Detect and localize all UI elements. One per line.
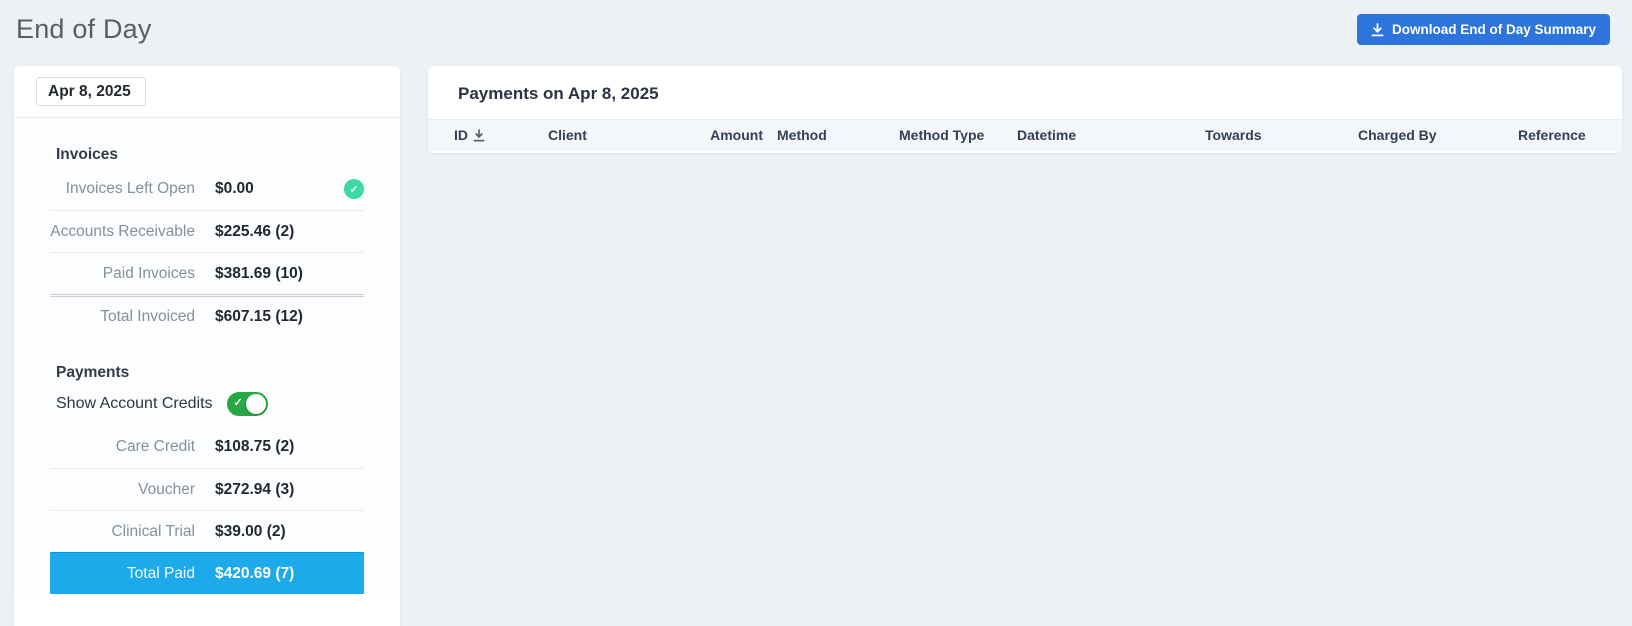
stat-label: Total Invoiced (50, 308, 195, 326)
invoices-stats: Invoices Left Open $0.00 ✓ Accounts Receiva… (50, 168, 364, 336)
stat-row-accounts-receivable[interactable]: Accounts Receivable $225.46 (2) (50, 210, 364, 252)
stat-row-paid-invoices[interactable]: Paid Invoices $381.69 (10) (50, 252, 364, 294)
stat-label: Paid Invoices (50, 265, 195, 283)
check-circle-icon: ✓ (344, 179, 364, 199)
stat-value: $108.75 (2) (215, 438, 294, 456)
stat-label: Accounts Receivable (50, 223, 195, 241)
column-header-amount: Amount (690, 120, 777, 151)
stat-value: $225.46 (2) (215, 223, 294, 241)
column-header-id[interactable]: ID (428, 120, 548, 151)
show-account-credits-label: Show Account Credits (56, 395, 213, 413)
stat-row-invoices-left-open[interactable]: Invoices Left Open $0.00 ✓ (50, 168, 364, 210)
stat-label: Total Paid (50, 565, 195, 583)
main-content: Invoices Invoices Left Open $0.00 ✓ Account… (14, 66, 1622, 626)
stat-value: $381.69 (10) (215, 265, 303, 283)
stat-value: $39.00 (2) (215, 523, 286, 541)
end-of-day-summary-panel: Invoices Invoices Left Open $0.00 ✓ Account… (14, 66, 400, 626)
stat-label: Invoices Left Open (50, 180, 195, 198)
stat-label: Voucher (50, 481, 195, 499)
summary-body: Invoices Invoices Left Open $0.00 ✓ Account… (14, 118, 400, 594)
stat-row-total-invoiced[interactable]: Total Invoiced $607.15 (12) (50, 294, 364, 336)
date-input[interactable] (36, 77, 146, 106)
table-title: Payments on Apr 8, 2025 (428, 66, 1622, 119)
topbar: End of Day Download End of Day Summary (0, 0, 1632, 66)
column-header-charged-by: Charged By (1358, 120, 1518, 151)
stat-row-total-paid[interactable]: Total Paid $420.69 (7) (50, 552, 364, 594)
stat-value: $607.15 (12) (215, 308, 303, 326)
stat-value: $0.00 (215, 180, 254, 198)
toggle-knob (246, 394, 266, 414)
stat-value: $420.69 (7) (215, 565, 294, 583)
download-end-of-day-summary-button[interactable]: Download End of Day Summary (1357, 14, 1610, 45)
payments-table: IDClientAmountMethodMethod TypeDatetimeT… (428, 119, 1622, 151)
column-header-datetime: Datetime (1017, 120, 1205, 151)
column-header-towards: Towards (1205, 120, 1358, 151)
table-header-row: IDClientAmountMethodMethod TypeDatetimeT… (428, 120, 1622, 151)
column-header-method-type: Method Type (899, 120, 1017, 151)
download-icon (1371, 23, 1384, 37)
sort-descending-icon (473, 129, 485, 142)
column-header-method: Method (777, 120, 899, 151)
stat-label: Care Credit (50, 438, 195, 456)
payments-table-card: Payments on Apr 8, 2025 IDClientAmountMe… (428, 66, 1622, 153)
download-button-label: Download End of Day Summary (1392, 22, 1596, 37)
stat-row-voucher[interactable]: Voucher $272.94 (3) (50, 468, 364, 510)
show-account-credits-toggle[interactable]: ✓ (227, 392, 268, 416)
column-header-reference: Reference (1518, 120, 1622, 151)
toggle-check-icon: ✓ (234, 396, 243, 409)
stat-row-clinical-trial[interactable]: Clinical Trial $39.00 (2) (50, 510, 364, 552)
invoices-section-heading: Invoices (50, 118, 364, 168)
stat-row-care-credit[interactable]: Care Credit $108.75 (2) (50, 426, 364, 468)
payments-stats: Care Credit $108.75 (2) Voucher $272.94 (3)… (50, 426, 364, 594)
stat-value: $272.94 (3) (215, 481, 294, 499)
stat-label: Clinical Trial (50, 523, 195, 541)
show-account-credits-row: Show Account Credits ✓ (50, 386, 364, 426)
date-picker-section (14, 66, 400, 118)
payments-section-heading: Payments (50, 336, 364, 386)
column-header-client: Client (548, 120, 690, 151)
